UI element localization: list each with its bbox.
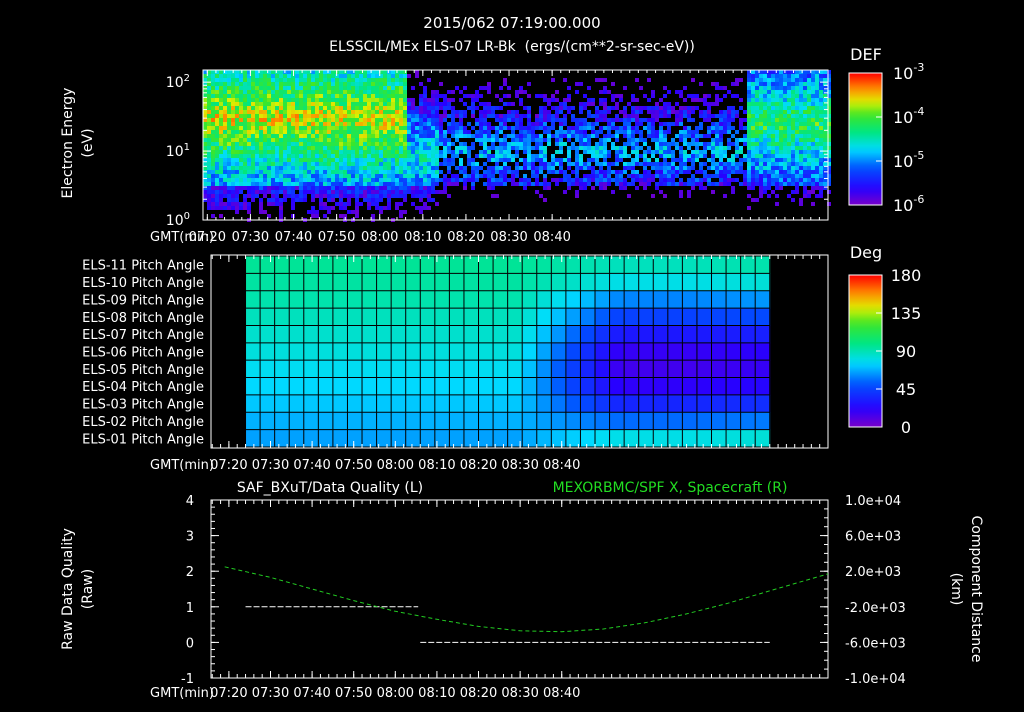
header-timestamp: 2015/062 07:19:00.000 — [423, 14, 600, 32]
pitch-angle-xtick-label: 07:20 — [210, 458, 247, 473]
pitch-angle-row-label: ELS-11 Pitch Angle — [82, 259, 204, 274]
colorbar-def: 10-3 10-4 10-5 10-6 — [848, 61, 924, 215]
colorbar-deg: 180 135 90 45 0 — [848, 266, 922, 437]
pitch-angle-xtick-label: 07:40 — [293, 458, 330, 473]
quality-xtick-label: 08:40 — [543, 686, 580, 701]
spectrogram-panel: 07:20 07:30 07:40 07:50 08:00 08:10 08:20 08:30… — [60, 45, 924, 245]
pitch-angle-row-label: ELS-02 Pitch Angle — [82, 415, 204, 430]
spectrogram-xtick-label: 08:20 — [447, 230, 484, 245]
quality-xtick-label: 08:30 — [501, 686, 538, 701]
pitch-angle-xtick-label: 08:00 — [377, 458, 414, 473]
quality-xtick-label: 07:20 — [210, 686, 247, 701]
quality-xtick-label: 07:30 — [252, 686, 289, 701]
pitch-angle-xtick-label: 08:30 — [501, 458, 538, 473]
quality-ytick-left: 1 — [186, 601, 194, 616]
header-subtitle: ELSSCIL/MEx ELS-07 LR-Bk (ergs/(cm**2-sr… — [329, 39, 695, 55]
quality-ytick-left: -1 — [181, 672, 194, 687]
quality-lines — [224, 566, 829, 643]
colorbar-def-tick: 10-3 — [893, 61, 924, 83]
quality-xtick-label: 08:00 — [377, 686, 414, 701]
spectrogram-xtick-label: 07:40 — [275, 230, 312, 245]
colorbar-title-deg: Deg — [850, 243, 882, 262]
quality-xtick-label: 08:10 — [418, 686, 455, 701]
spectrogram-xtick-label: 08:10 — [404, 230, 441, 245]
colorbar-def-tick: 10-4 — [893, 105, 924, 127]
pitch-angle-xtick-label: 08:10 — [418, 458, 455, 473]
quality-title-right: MEXORBMC/SPF X, Spacecraft (R) — [553, 480, 788, 496]
quality-frame — [210, 499, 829, 679]
spectrogram-xtick-label: 08:30 — [490, 230, 527, 245]
quality-ytick-left: 4 — [186, 494, 194, 509]
colorbar-deg-tick: 45 — [896, 380, 916, 399]
quality-ytick-right: 2.0e+03 — [845, 565, 901, 580]
quality-ytick-right: -6.0e+03 — [845, 636, 906, 651]
spectrogram-ytick-label: 101 — [166, 142, 190, 160]
pitch-angle-row-label: ELS-08 Pitch Angle — [82, 311, 204, 326]
pitch-angle-panel: ELS-11 Pitch Angle ELS-10 Pitch Angle ELS-… — [82, 243, 921, 473]
quality-ylabel-right-1: Component Distance — [968, 516, 984, 663]
pitch-angle-xtick-label: 07:50 — [335, 458, 372, 473]
quality-ytick-right: 6.0e+03 — [845, 530, 901, 545]
spectrogram-xtick-label: 07:30 — [232, 230, 269, 245]
pitch-angle-row-label: ELS-07 Pitch Angle — [82, 328, 204, 343]
pitch-angle-row-label: ELS-04 Pitch Angle — [82, 380, 204, 395]
spectrogram-ylabel-2: (eV) — [80, 128, 96, 157]
spacecraft-x-line — [224, 566, 829, 633]
colorbar-def-tick: 10-6 — [893, 193, 924, 215]
pitch-angle-row-label: ELS-03 Pitch Angle — [82, 398, 204, 413]
quality-ytick-right: 1.0e+04 — [845, 494, 901, 509]
quality-ytick-right: -2.0e+03 — [845, 601, 906, 616]
spectrogram-ytick-label: 100 — [166, 211, 190, 229]
quality-ticks: 07:20 07:30 07:40 07:50 08:00 08:10 08:20 08:30… — [181, 494, 906, 701]
chart-figure: 2015/062 07:19:00.000 ELSSCIL/MEx ELS-07… — [60, 14, 984, 701]
spectrogram-xtick-label: 08:00 — [361, 230, 398, 245]
spectrogram-ytick-label: 102 — [166, 73, 190, 91]
plot-window: 2015/062 07:19:00.000 ELSSCIL/MEx ELS-07… — [0, 0, 1024, 708]
quality-xtick-label: 08:20 — [460, 686, 497, 701]
pitch-angle-row-label: ELS-09 Pitch Angle — [82, 293, 204, 308]
pitch-angle-row-label: ELS-06 Pitch Angle — [82, 346, 204, 361]
quality-title-left: SAF_BXuT/Data Quality (L) — [237, 480, 423, 496]
spectrogram-cells — [203, 70, 831, 222]
quality-panel: SAF_BXuT/Data Quality (L) MEXORBMC/SPF X… — [60, 480, 984, 701]
colorbar-def-tick: 10-5 — [893, 149, 924, 171]
quality-xtick-label: 07:50 — [335, 686, 372, 701]
pitch-angle-xtick-label: 08:20 — [460, 458, 497, 473]
quality-ylabel-left-2: (Raw) — [80, 569, 96, 609]
spectrogram-xtick-label: 07:50 — [318, 230, 355, 245]
pitch-angle-xtick-label: 07:30 — [252, 458, 289, 473]
quality-ytick-left: 2 — [186, 565, 194, 580]
quality-ytick-right: -1.0e+04 — [845, 672, 906, 687]
spectrogram-xtick-label: 08:40 — [533, 230, 570, 245]
quality-ytick-left: 0 — [186, 636, 194, 651]
quality-ytick-left: 3 — [186, 530, 194, 545]
pitch-angle-row-label: ELS-10 Pitch Angle — [82, 276, 204, 291]
colorbar-deg-tick: 0 — [901, 418, 911, 437]
pitch-angle-xtick-label: 08:40 — [543, 458, 580, 473]
colorbar-deg-tick: 180 — [891, 266, 922, 285]
pitch-angle-row-label: ELS-01 Pitch Angle — [82, 432, 204, 447]
colorbar-title-def: DEF — [850, 45, 882, 64]
quality-xtick-label: 07:40 — [293, 686, 330, 701]
quality-xlabel: GMT(min) — [150, 686, 214, 701]
pitch-angle-row-label: ELS-05 Pitch Angle — [82, 363, 204, 378]
spectrogram-ylabel-1: Electron Energy — [60, 88, 76, 199]
quality-ylabel-right-2: (km) — [948, 573, 964, 606]
quality-ylabel-left-1: Raw Data Quality — [60, 528, 76, 650]
colorbar-deg-tick: 90 — [896, 342, 916, 361]
pitch-angle-row-labels: ELS-11 Pitch Angle ELS-10 Pitch Angle ELS-… — [82, 259, 204, 448]
pitch-angle-xlabel: GMT(min) — [150, 458, 214, 473]
colorbar-deg-tick: 135 — [891, 304, 922, 323]
spectrogram-xlabel: GMT(min) — [150, 230, 214, 245]
